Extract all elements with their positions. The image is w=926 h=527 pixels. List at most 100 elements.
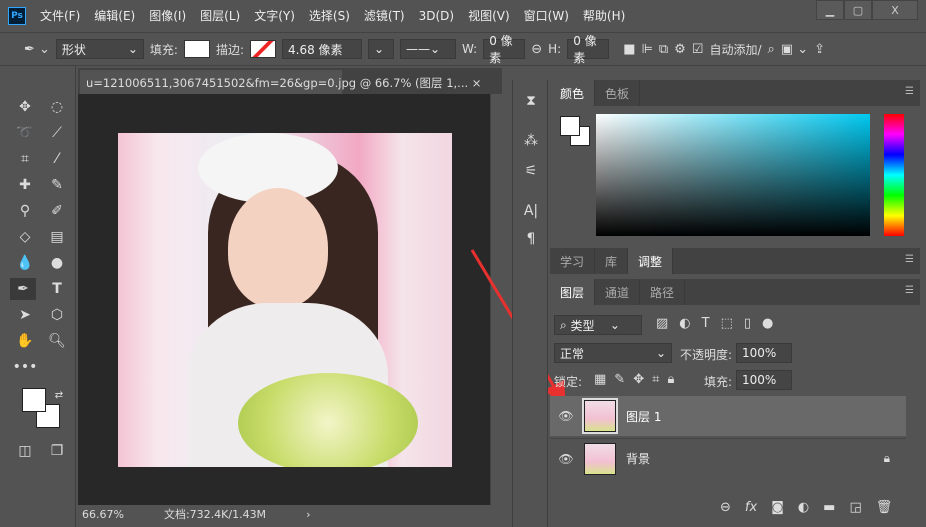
menu-help[interactable]: 帮助(H) (583, 7, 625, 24)
share-icon[interactable]: ⇪ (814, 42, 825, 57)
close-button[interactable]: X (872, 0, 918, 20)
adjustment-layer-icon[interactable]: ◐ (798, 500, 809, 515)
marquee-tool-icon[interactable]: ◌ (44, 96, 70, 118)
layer-row[interactable]: 👁︎ 背景 🔒︎ (550, 438, 906, 478)
more-tools-icon[interactable]: ••• (12, 356, 38, 378)
eraser-tool-icon[interactable]: ◇ (12, 226, 38, 248)
status-menu-arrow[interactable]: › (306, 508, 310, 521)
link-icon[interactable]: ⊖ (531, 42, 542, 57)
blend-mode-select[interactable]: 正常 ⌄ (554, 343, 672, 363)
height-input[interactable]: 0 像素 (567, 34, 610, 65)
path-alignment-icon[interactable]: ⊫ (642, 42, 653, 57)
menu-window[interactable]: 窗口(W) (524, 7, 569, 24)
paragraph-panel-icon[interactable]: ¶ (518, 228, 544, 250)
gear-icon[interactable]: ⚙ (674, 42, 686, 57)
zoom-level[interactable]: 66.67% (82, 508, 124, 521)
menu-view[interactable]: 视图(V) (468, 7, 510, 24)
menu-select[interactable]: 选择(S) (309, 7, 350, 24)
brush-tool-icon[interactable]: ✎ (44, 174, 70, 196)
fx-icon[interactable]: fx (745, 500, 757, 515)
panel-menu-icon[interactable]: ☰ (905, 285, 914, 296)
eye-icon[interactable]: 👁︎ (550, 409, 582, 423)
minimize-button[interactable]: ▁ (816, 0, 844, 20)
tab-paths[interactable]: 路径 (640, 279, 686, 305)
tab-libraries[interactable]: 库 (595, 248, 629, 274)
lasso-tool-icon[interactable]: ➰ (12, 122, 38, 144)
swap-colors-icon[interactable]: ⇄ (46, 384, 72, 406)
foreground-color-swatch[interactable] (22, 388, 46, 412)
shape-tool-icon[interactable]: ⬡ (44, 304, 70, 326)
stroke-width-dropdown[interactable]: ⌄ (368, 39, 395, 59)
auto-add-checkbox[interactable]: ☑ (692, 42, 704, 57)
character-panel-icon[interactable]: A| (518, 200, 544, 222)
zoom-tool-icon[interactable]: 🔍︎ (44, 330, 70, 352)
new-group-icon[interactable]: ▬ (823, 500, 835, 515)
layer-row[interactable]: 👁︎ 图层 1 (550, 396, 906, 436)
properties-icon[interactable]: ⚟ (518, 160, 544, 182)
quick-mask-icon[interactable]: ◫ (12, 440, 38, 462)
history-brush-icon[interactable]: ✐ (44, 200, 70, 222)
tab-channels[interactable]: 通道 (595, 279, 641, 305)
type-filter-icon[interactable]: T (702, 316, 710, 331)
tab-swatches[interactable]: 色板 (595, 80, 641, 106)
path-operations-icon[interactable]: ■ (623, 42, 635, 57)
eye-icon[interactable]: 👁︎ (550, 452, 582, 466)
gradient-tool-icon[interactable]: ▤ (44, 226, 70, 248)
menu-3d[interactable]: 3D(D) (419, 9, 454, 23)
pixel-filter-icon[interactable]: ▨ (656, 316, 668, 331)
menu-layer[interactable]: 图层(L) (200, 7, 240, 24)
opacity-input[interactable]: 100% (736, 343, 792, 363)
link-layers-icon[interactable]: ⊖ (720, 500, 731, 515)
canvas-area[interactable] (78, 94, 490, 505)
fill-swatch[interactable] (183, 40, 210, 58)
shape-filter-icon[interactable]: ⬚ (721, 316, 733, 331)
width-input[interactable]: 0 像素 (483, 34, 526, 65)
new-layer-icon[interactable]: ◲ (849, 500, 861, 515)
lock-all-icon[interactable]: 🔒︎ (667, 372, 674, 387)
maximize-button[interactable]: ▢ (844, 0, 872, 20)
crop-tool-icon[interactable]: ⌗ (12, 148, 38, 170)
document-tab[interactable]: u=121006511,3067451502&fm=26&gp=0.jpg @ … (80, 70, 481, 94)
move-tool-icon[interactable]: ✥ (12, 96, 38, 118)
dodge-tool-icon[interactable]: ● (44, 252, 70, 274)
quick-select-tool-icon[interactable]: ⟋ (44, 122, 70, 144)
layer-filter-select[interactable]: ⌕ 类型 ⌄ (554, 315, 642, 335)
stamp-tool-icon[interactable]: ⚲ (12, 200, 38, 222)
color-field[interactable] (596, 114, 870, 236)
menu-filter[interactable]: 滤镜(T) (364, 7, 405, 24)
workspace-icon[interactable]: ▣ ⌄ (781, 42, 808, 57)
delete-layer-icon[interactable]: 🗑︎ (876, 500, 893, 515)
brush-settings-icon[interactable]: ⁂ (518, 130, 544, 152)
tab-color[interactable]: 颜色 (550, 80, 596, 106)
tab-layers[interactable]: 图层 (550, 279, 596, 305)
pen-tool-icon[interactable]: ✒ ⌄ (24, 42, 50, 57)
fill-input[interactable]: 100% (736, 370, 792, 390)
type-tool-icon[interactable]: T (44, 278, 70, 300)
menu-edit[interactable]: 编辑(E) (94, 7, 135, 24)
add-mask-icon[interactable]: ◙ (771, 500, 784, 515)
path-select-tool-icon[interactable]: ➤ (12, 304, 38, 326)
lock-pixels-icon[interactable]: ✎ (614, 372, 625, 387)
search-icon[interactable]: ⌕ (768, 42, 775, 57)
close-tab-icon[interactable]: × (472, 76, 482, 90)
smart-object-filter-icon[interactable]: ▯ (744, 316, 751, 331)
eyedropper-tool-icon[interactable]: ⁄ (44, 148, 70, 170)
pen-tool-icon[interactable]: ✒ (10, 278, 36, 300)
hue-slider[interactable] (884, 114, 904, 236)
panel-menu-icon[interactable]: ☰ (905, 254, 914, 265)
menu-type[interactable]: 文字(Y) (254, 7, 295, 24)
stroke-type-select[interactable]: ——⌄ (400, 39, 457, 59)
adjustment-filter-icon[interactable]: ◐ (679, 316, 690, 331)
tab-adjustments[interactable]: 调整 (628, 248, 674, 274)
path-arrangement-icon[interactable]: ⧉ (659, 42, 668, 57)
lock-transparent-icon[interactable]: ▦ (594, 372, 606, 387)
tab-learn[interactable]: 学习 (550, 248, 596, 274)
history-panel-icon[interactable]: ⧗ (518, 90, 544, 112)
mode-select[interactable]: 形状 ⌄ (55, 39, 144, 59)
lock-position-icon[interactable]: ✥ (633, 372, 644, 387)
panel-menu-icon[interactable]: ☰ (905, 86, 914, 97)
stroke-swatch[interactable] (250, 40, 277, 58)
hand-tool-icon[interactable]: ✋ (12, 330, 38, 352)
blur-tool-icon[interactable]: 💧 (12, 252, 38, 274)
healing-brush-icon[interactable]: ✚ (12, 174, 38, 196)
